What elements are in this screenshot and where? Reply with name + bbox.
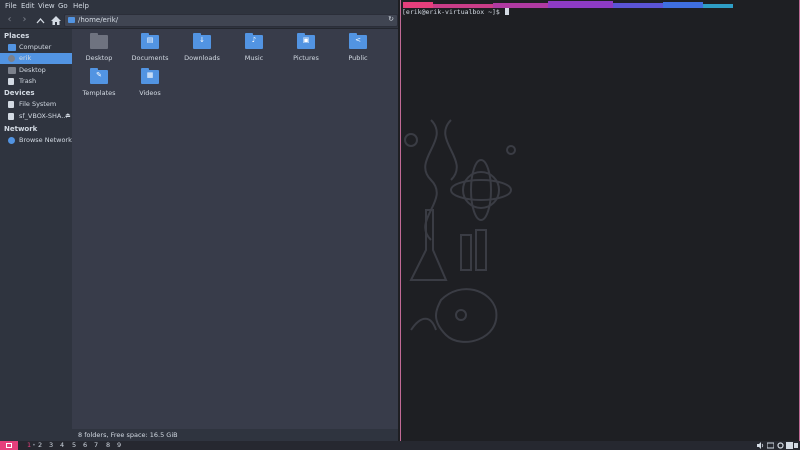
sidebar-heading-devices: Devices bbox=[4, 89, 35, 97]
sidebar-item-label: Trash bbox=[19, 77, 37, 85]
up-icon[interactable] bbox=[34, 14, 47, 26]
desktop-icon bbox=[8, 67, 16, 74]
folder-name: Music bbox=[244, 54, 264, 62]
workspace-8[interactable]: 8 bbox=[106, 441, 110, 449]
text-cursor bbox=[504, 8, 509, 15]
folder-public[interactable]: < Public bbox=[331, 29, 385, 62]
trash-icon bbox=[8, 78, 14, 85]
drive-icon bbox=[8, 113, 14, 120]
folder-name: Documents bbox=[131, 54, 169, 62]
sidebar-heading-network: Network bbox=[4, 125, 38, 133]
power-icon[interactable] bbox=[794, 442, 800, 449]
folder-templates[interactable]: ✎ Templates bbox=[72, 64, 126, 97]
network-status-icon[interactable] bbox=[786, 442, 793, 449]
public-folder-icon: < bbox=[349, 33, 367, 49]
folder-name: Videos bbox=[139, 89, 161, 97]
workspace-3[interactable]: 3 bbox=[49, 441, 53, 449]
file-grid: Desktop ▤ Documents ↓ Downloads ♪ Music … bbox=[72, 29, 398, 429]
prompt-text: [erik@erik-virtualbox ~]$ bbox=[402, 8, 504, 16]
drive-icon bbox=[8, 101, 14, 108]
folder-name: Desktop bbox=[85, 54, 113, 62]
music-folder-icon: ♪ bbox=[245, 33, 263, 49]
sidebar-item-label: Desktop bbox=[19, 66, 46, 74]
back-icon[interactable]: ‹ bbox=[3, 14, 16, 26]
folder-desktop[interactable]: Desktop bbox=[72, 29, 126, 62]
status-text: 8 folders, Free space: 16.5 GiB bbox=[78, 431, 178, 439]
file-manager-window: File Edit View Go Help ‹ › /home/erik/ ↻… bbox=[0, 0, 398, 441]
sidebar-item-computer[interactable]: Computer bbox=[0, 42, 72, 53]
folder-name: Public bbox=[348, 54, 368, 62]
workspace-4[interactable]: 4 bbox=[60, 441, 64, 449]
workspace-9[interactable]: 9 bbox=[117, 441, 121, 449]
location-path: /home/erik/ bbox=[78, 16, 119, 24]
menu-file[interactable]: File bbox=[5, 2, 17, 10]
keyboard-icon[interactable] bbox=[767, 442, 774, 449]
menu-bar: File Edit View Go Help bbox=[0, 0, 398, 13]
folder-videos[interactable]: ▦ Videos bbox=[123, 64, 177, 97]
downloads-folder-icon: ↓ bbox=[193, 33, 211, 49]
computer-icon bbox=[8, 44, 16, 51]
status-bar: 8 folders, Free space: 16.5 GiB bbox=[72, 429, 398, 441]
sidebar-item-vbox-share[interactable]: sf_VBOX-SHA... ⏏ bbox=[0, 111, 72, 122]
folder-name: Pictures bbox=[293, 54, 319, 62]
folder-icon bbox=[90, 33, 108, 49]
terminal-window[interactable]: [erik@erik-virtualbox ~]$ bbox=[400, 0, 800, 441]
sidebar-item-label: erik bbox=[19, 54, 32, 62]
volume-icon[interactable] bbox=[757, 442, 764, 449]
menu-grid-icon bbox=[6, 443, 12, 448]
location-bar[interactable]: /home/erik/ ↻ bbox=[64, 14, 398, 27]
sidebar-item-desktop[interactable]: Desktop bbox=[0, 65, 72, 76]
sidebar-item-erik[interactable]: erik bbox=[0, 53, 72, 64]
home-icon[interactable] bbox=[49, 14, 62, 26]
folder-name: Downloads bbox=[184, 54, 220, 62]
workspace-indicator: • bbox=[32, 441, 36, 449]
sidebar-item-label: Computer bbox=[19, 43, 52, 51]
reload-icon[interactable]: ↻ bbox=[388, 15, 394, 23]
folder-music[interactable]: ♪ Music bbox=[227, 29, 281, 62]
workspace-1[interactable]: 1 bbox=[27, 441, 31, 449]
pictures-folder-icon: ▣ bbox=[297, 33, 315, 49]
sidebar-item-label: sf_VBOX-SHA... bbox=[19, 112, 68, 120]
network-icon bbox=[8, 137, 15, 144]
toolbar: ‹ › /home/erik/ ↻ bbox=[0, 13, 398, 29]
menu-go[interactable]: Go bbox=[58, 2, 68, 10]
folder-icon bbox=[68, 17, 75, 23]
workspace-6[interactable]: 6 bbox=[83, 441, 87, 449]
sidebar: Places Computer erik Desktop Trash Devic… bbox=[0, 29, 72, 441]
menu-help[interactable]: Help bbox=[73, 2, 89, 10]
eject-icon[interactable]: ⏏ bbox=[65, 112, 71, 119]
forward-icon[interactable]: › bbox=[18, 14, 31, 26]
sidebar-item-trash[interactable]: Trash bbox=[0, 76, 72, 87]
settings-icon[interactable] bbox=[777, 442, 784, 449]
bottom-panel: 1 • 2 3 4 5 6 7 8 9 bbox=[0, 441, 800, 450]
audio-visualizer-bar bbox=[403, 1, 733, 8]
workspace-5[interactable]: 5 bbox=[72, 441, 76, 449]
terminal-prompt: [erik@erik-virtualbox ~]$ bbox=[402, 8, 509, 16]
workspace-2[interactable]: 2 bbox=[38, 441, 42, 449]
folder-name: Templates bbox=[82, 89, 116, 97]
templates-folder-icon: ✎ bbox=[90, 68, 108, 84]
folder-documents[interactable]: ▤ Documents bbox=[123, 29, 177, 62]
menu-edit[interactable]: Edit bbox=[21, 2, 35, 10]
sidebar-heading-places: Places bbox=[4, 32, 30, 40]
menu-view[interactable]: View bbox=[38, 2, 55, 10]
sidebar-item-label: File System bbox=[19, 100, 57, 108]
app-menu-button[interactable] bbox=[0, 441, 18, 450]
documents-folder-icon: ▤ bbox=[141, 33, 159, 49]
wallpaper-science-art bbox=[404, 119, 516, 343]
home-folder-icon bbox=[8, 55, 15, 62]
sidebar-item-browse-network[interactable]: Browse Network bbox=[0, 135, 72, 146]
folder-pictures[interactable]: ▣ Pictures bbox=[279, 29, 333, 62]
sidebar-item-file-system[interactable]: File System bbox=[0, 99, 72, 110]
workspace-7[interactable]: 7 bbox=[94, 441, 98, 449]
videos-folder-icon: ▦ bbox=[141, 68, 159, 84]
folder-downloads[interactable]: ↓ Downloads bbox=[175, 29, 229, 62]
sidebar-item-label: Browse Network bbox=[19, 136, 72, 144]
